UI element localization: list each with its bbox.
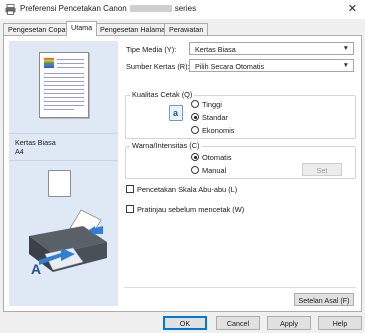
preview-line xyxy=(44,101,84,102)
close-icon[interactable]: ✕ xyxy=(348,2,357,15)
apply-button[interactable]: Apply xyxy=(267,316,311,330)
chevron-down-icon: ▼ xyxy=(342,62,349,69)
paper-source-label: Sumber Kertas (R): xyxy=(126,62,190,71)
window-title-suffix: series xyxy=(174,4,197,13)
color-manual-label[interactable]: Manual xyxy=(202,166,226,175)
help-button[interactable]: Help xyxy=(318,316,362,330)
paper-info: Kertas Biasa A4 xyxy=(15,138,115,157)
window-title-prefix: Preferensi Pencetakan Canon xyxy=(20,4,127,13)
tab-quick-setup[interactable]: Pengesetan Copat xyxy=(3,23,73,35)
preview-line xyxy=(44,105,84,106)
color-intensity-title: Warna/Intensitas (C) xyxy=(130,141,202,150)
print-quality-group xyxy=(125,95,356,139)
tab-page-setup[interactable]: Pengesetan Halaman xyxy=(95,23,175,35)
color-manual-radio[interactable] xyxy=(191,166,199,174)
paper-source-select[interactable]: Pilih Secara Otomatis ▼ xyxy=(189,59,354,72)
print-quality-icon: a xyxy=(169,105,183,121)
media-type-value: Kertas Biasa xyxy=(195,45,236,54)
color-gradient-swatch xyxy=(44,58,54,68)
title-bar: Preferensi Pencetakan Canon series ✕ xyxy=(0,0,365,19)
preview-line xyxy=(57,67,84,68)
chevron-down-icon: ▼ xyxy=(342,45,349,52)
defaults-button[interactable]: Setelan Asal (F) xyxy=(294,293,354,306)
preview-divider xyxy=(9,160,118,161)
media-type-select[interactable]: Kertas Biasa ▼ xyxy=(189,42,354,55)
preview-line xyxy=(44,109,74,110)
preview-line xyxy=(57,63,84,64)
print-quality-title: Kualitas Cetak (Q) xyxy=(130,90,195,99)
preview-before-print-label[interactable]: Pratinjau sebelum mencetak (W) xyxy=(137,205,244,214)
quality-standard-radio[interactable] xyxy=(191,113,199,121)
window-title: Preferensi Pencetakan Canon series xyxy=(20,4,196,13)
page-preview xyxy=(39,52,89,118)
tab-main[interactable]: Utama xyxy=(66,21,98,36)
quality-high-label[interactable]: Tinggi xyxy=(202,100,222,109)
preview-line xyxy=(44,81,84,82)
quality-standard-label[interactable]: Standar xyxy=(202,113,228,122)
preview-divider xyxy=(9,133,118,134)
media-type-label: Tipe Media (Y): xyxy=(126,45,177,54)
preview-line xyxy=(44,97,84,98)
color-auto-radio[interactable] xyxy=(191,153,199,161)
color-set-button[interactable]: Set xyxy=(302,163,342,176)
defaults-separator xyxy=(124,287,356,288)
printer-illustration: A xyxy=(23,208,113,280)
preview-line xyxy=(44,77,84,78)
quality-high-radio[interactable] xyxy=(191,100,199,108)
redacted-model-name xyxy=(129,5,172,12)
preview-line xyxy=(44,89,84,90)
preview-line xyxy=(44,93,84,94)
quality-economy-radio[interactable] xyxy=(191,126,199,134)
printer-app-icon xyxy=(5,4,16,15)
ok-button[interactable]: OK xyxy=(163,316,207,330)
grayscale-label[interactable]: Pencetakan Skala Abu-abu (L) xyxy=(137,185,237,194)
paper-source-value: Pilih Secara Otomatis xyxy=(195,62,265,71)
tab-maintenance[interactable]: Perawatan xyxy=(164,23,209,35)
preview-line xyxy=(57,59,84,60)
print-quality-icon-glyph: a xyxy=(173,108,179,118)
quality-economy-label[interactable]: Ekonomis xyxy=(202,126,234,135)
cancel-button[interactable]: Cancel xyxy=(216,316,260,330)
paper-name: Kertas Biasa xyxy=(15,138,56,147)
color-auto-label[interactable]: Otomatis xyxy=(202,153,232,162)
preview-line xyxy=(44,73,84,74)
preview-before-print-checkbox[interactable] xyxy=(126,205,134,213)
grayscale-checkbox[interactable] xyxy=(126,185,134,193)
preview-line xyxy=(44,85,84,86)
paper-size: A4 xyxy=(15,147,24,156)
paper-icon xyxy=(48,170,71,197)
